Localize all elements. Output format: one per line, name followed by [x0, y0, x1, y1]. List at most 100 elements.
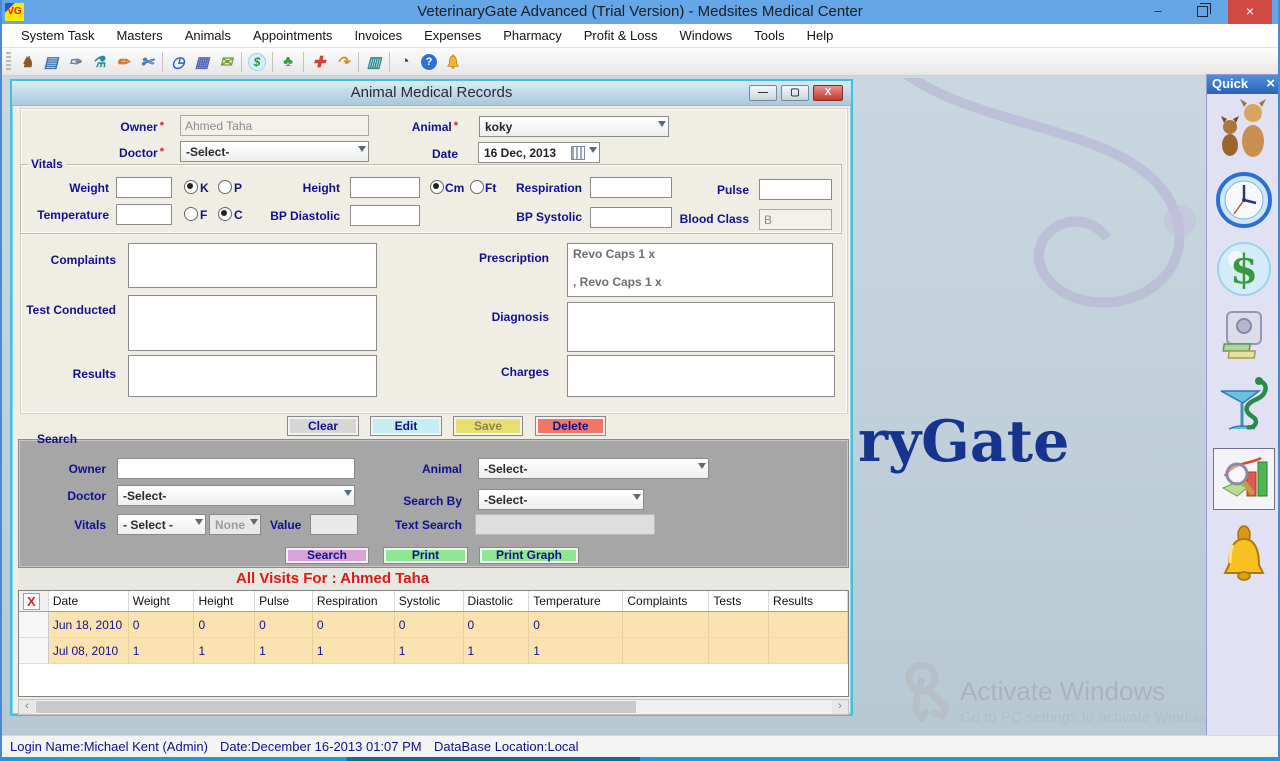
- visit-row[interactable]: Jun 18, 2010 0 0 0 0 0 0 0: [19, 612, 848, 638]
- scroll-thumb[interactable]: [36, 701, 636, 713]
- menu-expenses[interactable]: Expenses: [413, 24, 492, 48]
- save-button[interactable]: Save: [453, 416, 523, 436]
- col-systolic[interactable]: Systolic: [394, 591, 463, 612]
- respiration-input[interactable]: [590, 177, 672, 198]
- weight-input[interactable]: [116, 177, 172, 198]
- undo-icon[interactable]: ↷: [331, 51, 355, 73]
- dog-icon[interactable]: ♞: [15, 51, 39, 73]
- date-picker[interactable]: 16 Dec, 2013: [478, 142, 600, 163]
- menu-help[interactable]: Help: [796, 24, 845, 48]
- dollar-icon[interactable]: $: [245, 51, 269, 73]
- menu-invoices[interactable]: Invoices: [343, 24, 413, 48]
- delete-button[interactable]: Delete: [535, 416, 606, 436]
- alarm-icon[interactable]: ◔: [393, 51, 417, 73]
- minimize-button[interactable]: –: [1142, 0, 1174, 24]
- complaints-textarea[interactable]: [128, 243, 377, 288]
- menu-system-task[interactable]: System Task: [10, 24, 105, 48]
- bell-icon[interactable]: [441, 51, 465, 73]
- diagnosis-textarea[interactable]: [567, 302, 835, 352]
- records-icon[interactable]: ▤: [39, 51, 63, 73]
- pharmacy-cross-icon[interactable]: ✚: [307, 51, 331, 73]
- delete-visit-header[interactable]: X: [19, 591, 48, 612]
- temp-unit-c-radio[interactable]: [218, 207, 232, 221]
- temperature-input[interactable]: [116, 204, 172, 225]
- search-animal-select[interactable]: -Select-: [478, 458, 709, 479]
- clear-button[interactable]: Clear: [287, 416, 359, 436]
- menu-profit-loss[interactable]: Profit & Loss: [573, 24, 669, 48]
- lab-icon[interactable]: ⚗: [87, 51, 111, 73]
- dialog-maximize-button[interactable]: ▢: [781, 85, 809, 101]
- prescription-textarea[interactable]: Revo Caps 1 x , Revo Caps 1 x: [567, 243, 833, 297]
- col-weight[interactable]: Weight: [128, 591, 194, 612]
- menu-tools[interactable]: Tools: [743, 24, 795, 48]
- row-selector[interactable]: [19, 638, 48, 664]
- pen-icon[interactable]: ✏: [111, 51, 135, 73]
- help-icon[interactable]: ?: [417, 51, 441, 73]
- height-input[interactable]: [350, 177, 420, 198]
- col-results[interactable]: Results: [769, 591, 848, 612]
- chart-icon[interactable]: ▥: [362, 51, 386, 73]
- height-unit-cm-radio[interactable]: [430, 180, 444, 194]
- col-pulse[interactable]: Pulse: [255, 591, 313, 612]
- quick-appointments-button[interactable]: [1216, 172, 1272, 228]
- blood-class-input[interactable]: [759, 209, 832, 230]
- pulse-input[interactable]: [759, 179, 832, 200]
- quick-reports-button[interactable]: [1213, 448, 1275, 510]
- test-conducted-textarea[interactable]: [128, 295, 377, 351]
- print-graph-button[interactable]: Print Graph: [479, 547, 579, 564]
- height-unit-ft-radio[interactable]: [470, 180, 484, 194]
- menu-windows[interactable]: Windows: [668, 24, 743, 48]
- text-search-input[interactable]: [475, 514, 655, 535]
- close-button[interactable]: ×: [1228, 0, 1272, 24]
- search-value-input[interactable]: [310, 514, 358, 535]
- register-icon[interactable]: ▦: [190, 51, 214, 73]
- invoice-icon[interactable]: ✉: [214, 51, 238, 73]
- search-by-select[interactable]: -Select-: [478, 489, 644, 510]
- col-date[interactable]: Date: [48, 591, 128, 612]
- quick-cash-button[interactable]: [1221, 310, 1267, 360]
- weight-unit-k-radio[interactable]: [184, 180, 198, 194]
- restore-button[interactable]: [1186, 0, 1218, 24]
- search-doctor-select[interactable]: -Select-: [117, 485, 355, 506]
- scroll-right-arrow[interactable]: ›: [832, 700, 848, 714]
- col-height[interactable]: Height: [194, 591, 255, 612]
- animal-select[interactable]: koky: [479, 116, 669, 137]
- menu-masters[interactable]: Masters: [105, 24, 173, 48]
- dialog-close-button[interactable]: X: [813, 85, 843, 101]
- grooming-icon[interactable]: ✄: [135, 51, 159, 73]
- print-button[interactable]: Print: [383, 547, 468, 564]
- charges-textarea[interactable]: [567, 355, 835, 397]
- edit-button[interactable]: Edit: [370, 416, 442, 436]
- menu-appointments[interactable]: Appointments: [242, 24, 344, 48]
- doctor-select[interactable]: -Select-: [180, 141, 369, 162]
- quick-reminders-button[interactable]: [1219, 523, 1269, 583]
- quick-animals-button[interactable]: [1217, 97, 1271, 159]
- temp-unit-f-radio[interactable]: [184, 207, 198, 221]
- col-complaints[interactable]: Complaints: [623, 591, 709, 612]
- bp-diastolic-input[interactable]: [350, 205, 420, 226]
- col-tests[interactable]: Tests: [709, 591, 769, 612]
- menu-animals[interactable]: Animals: [174, 24, 242, 48]
- search-owner-input[interactable]: [117, 458, 355, 479]
- col-diastolic[interactable]: Diastolic: [463, 591, 529, 612]
- results-textarea[interactable]: [128, 355, 377, 397]
- dialog-minimize-button[interactable]: —: [749, 85, 777, 101]
- quick-billing-button[interactable]: $: [1216, 241, 1272, 297]
- menu-pharmacy[interactable]: Pharmacy: [492, 24, 573, 48]
- search-button[interactable]: Search: [285, 547, 369, 564]
- syringe-icon[interactable]: ✑: [63, 51, 87, 73]
- quick-pharmacy-button[interactable]: [1215, 373, 1273, 435]
- clock-icon[interactable]: ◷: [166, 51, 190, 73]
- inventory-icon[interactable]: ♣: [276, 51, 300, 73]
- visit-row[interactable]: Jul 08, 2010 1 1 1 1 1 1 1: [19, 638, 848, 664]
- col-temperature[interactable]: Temperature: [529, 591, 623, 612]
- grid-horizontal-scrollbar[interactable]: ‹ ›: [18, 699, 849, 715]
- bp-systolic-input[interactable]: [590, 207, 672, 228]
- search-vitals-unit-select[interactable]: None: [209, 514, 261, 535]
- scroll-left-arrow[interactable]: ‹: [19, 700, 35, 714]
- search-vitals-select[interactable]: - Select -: [117, 514, 206, 535]
- weight-unit-p-radio[interactable]: [218, 180, 232, 194]
- quick-sidebar-close-icon[interactable]: ×: [1266, 75, 1275, 92]
- row-selector[interactable]: [19, 612, 48, 638]
- col-respiration[interactable]: Respiration: [312, 591, 394, 612]
